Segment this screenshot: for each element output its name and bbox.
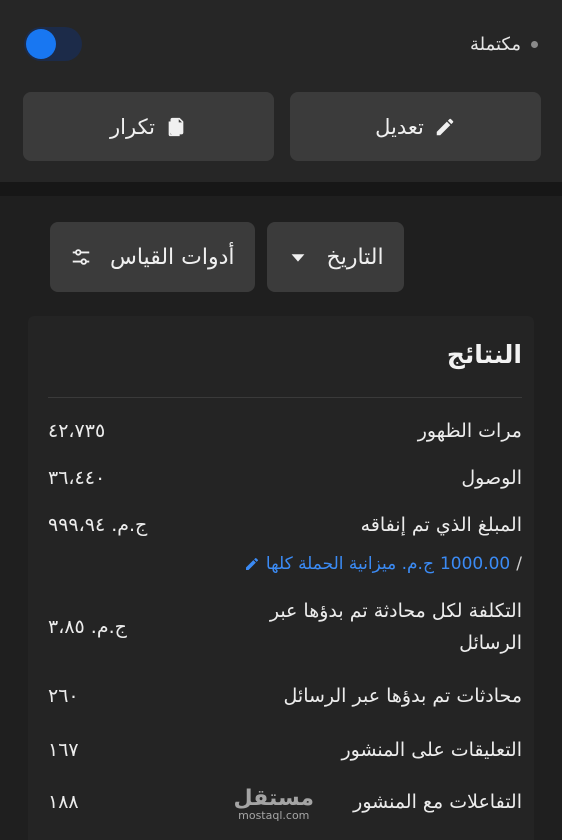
mostaql-watermark: مستقل mostaql.com (234, 788, 314, 822)
sliders-icon (72, 249, 90, 265)
row-label: مرات الظهور (417, 420, 522, 442)
table-row: محادثات تم بدؤها عبر الرسائل ٢٦٠ (48, 668, 522, 724)
row-label: محادثات تم بدؤها عبر الرسائل (283, 685, 522, 707)
results-title: النتائج (48, 316, 522, 398)
metrics-button[interactable]: أدوات القياس (50, 222, 255, 292)
status-indicator: مكتملة (470, 34, 538, 55)
caret-down-icon (291, 254, 304, 262)
status-dot-icon (531, 40, 538, 48)
action-buttons: تعديل تكرار (23, 92, 541, 161)
duplicate-icon (168, 117, 184, 136)
table-row: التعليقات على المنشور ١٦٧ (48, 724, 522, 776)
budget-amount: 1000.00 (439, 554, 511, 574)
campaign-budget-link[interactable]: / 1000.00 ج.م. ميزانية الحملة كلها (48, 554, 522, 574)
table-row: مرات الظهور ٤٢،٧٣٥ (48, 408, 522, 454)
row-value: ٢٦٠ (48, 685, 79, 707)
pencil-icon (436, 118, 454, 135)
table-row: الوصول ٣٦،٤٤٠ (48, 454, 522, 502)
toggle-knob (26, 29, 56, 59)
watermark-main: مستقل (233, 786, 314, 811)
watermark-sub: mostaql.com (238, 809, 310, 822)
table-row: المبلغ الذي تم إنفاقه ج.م. ٩٩٩،٩٤ (48, 502, 522, 548)
row-value: ٣٦،٤٤٠ (48, 467, 106, 489)
date-dropdown[interactable]: التاريخ (266, 222, 404, 292)
date-label: التاريخ (326, 244, 384, 270)
duplicate-label: تكرار (110, 114, 156, 139)
edit-button[interactable]: تعديل (290, 92, 541, 161)
row-value: ج.م. ٣،٨٥ (48, 616, 127, 638)
status-label: مكتملة (469, 33, 521, 55)
filter-bar: أدوات القياس التاريخ (50, 222, 404, 292)
row-value: ١٦٧ (48, 739, 79, 761)
duplicate-button[interactable]: تكرار (23, 92, 274, 161)
pencil-icon (245, 557, 258, 570)
row-value: ١٨٨ (48, 791, 79, 813)
budget-slash: / (516, 554, 522, 574)
row-value: ج.م. ٩٩٩،٩٤ (48, 514, 148, 536)
status-row: مكتملة (24, 26, 538, 62)
table-row: التكلفة لكل محادثة تم بدؤها عبر الرسائل … (48, 588, 522, 666)
row-label: المبلغ الذي تم إنفاقه (360, 514, 522, 536)
row-label: التعليقات على المنشور (341, 739, 522, 761)
row-label: التفاعلات مع المنشور (353, 791, 522, 813)
edit-label: تعديل (375, 114, 424, 139)
row-label: الوصول (461, 467, 522, 489)
row-value: ٤٢،٧٣٥ (48, 420, 106, 442)
budget-text: ج.م. ميزانية الحملة كلها (265, 554, 434, 574)
metrics-label: أدوات القياس (110, 244, 235, 270)
campaign-toggle[interactable] (24, 27, 82, 61)
section-divider (0, 182, 562, 196)
results-card: النتائج مرات الظهور ٤٢،٧٣٥ الوصول ٣٦،٤٤٠… (28, 316, 534, 840)
row-label: التكلفة لكل محادثة تم بدؤها عبر الرسائل (269, 600, 522, 654)
ad-header-panel: مكتملة تعديل تكرار (0, 0, 562, 182)
